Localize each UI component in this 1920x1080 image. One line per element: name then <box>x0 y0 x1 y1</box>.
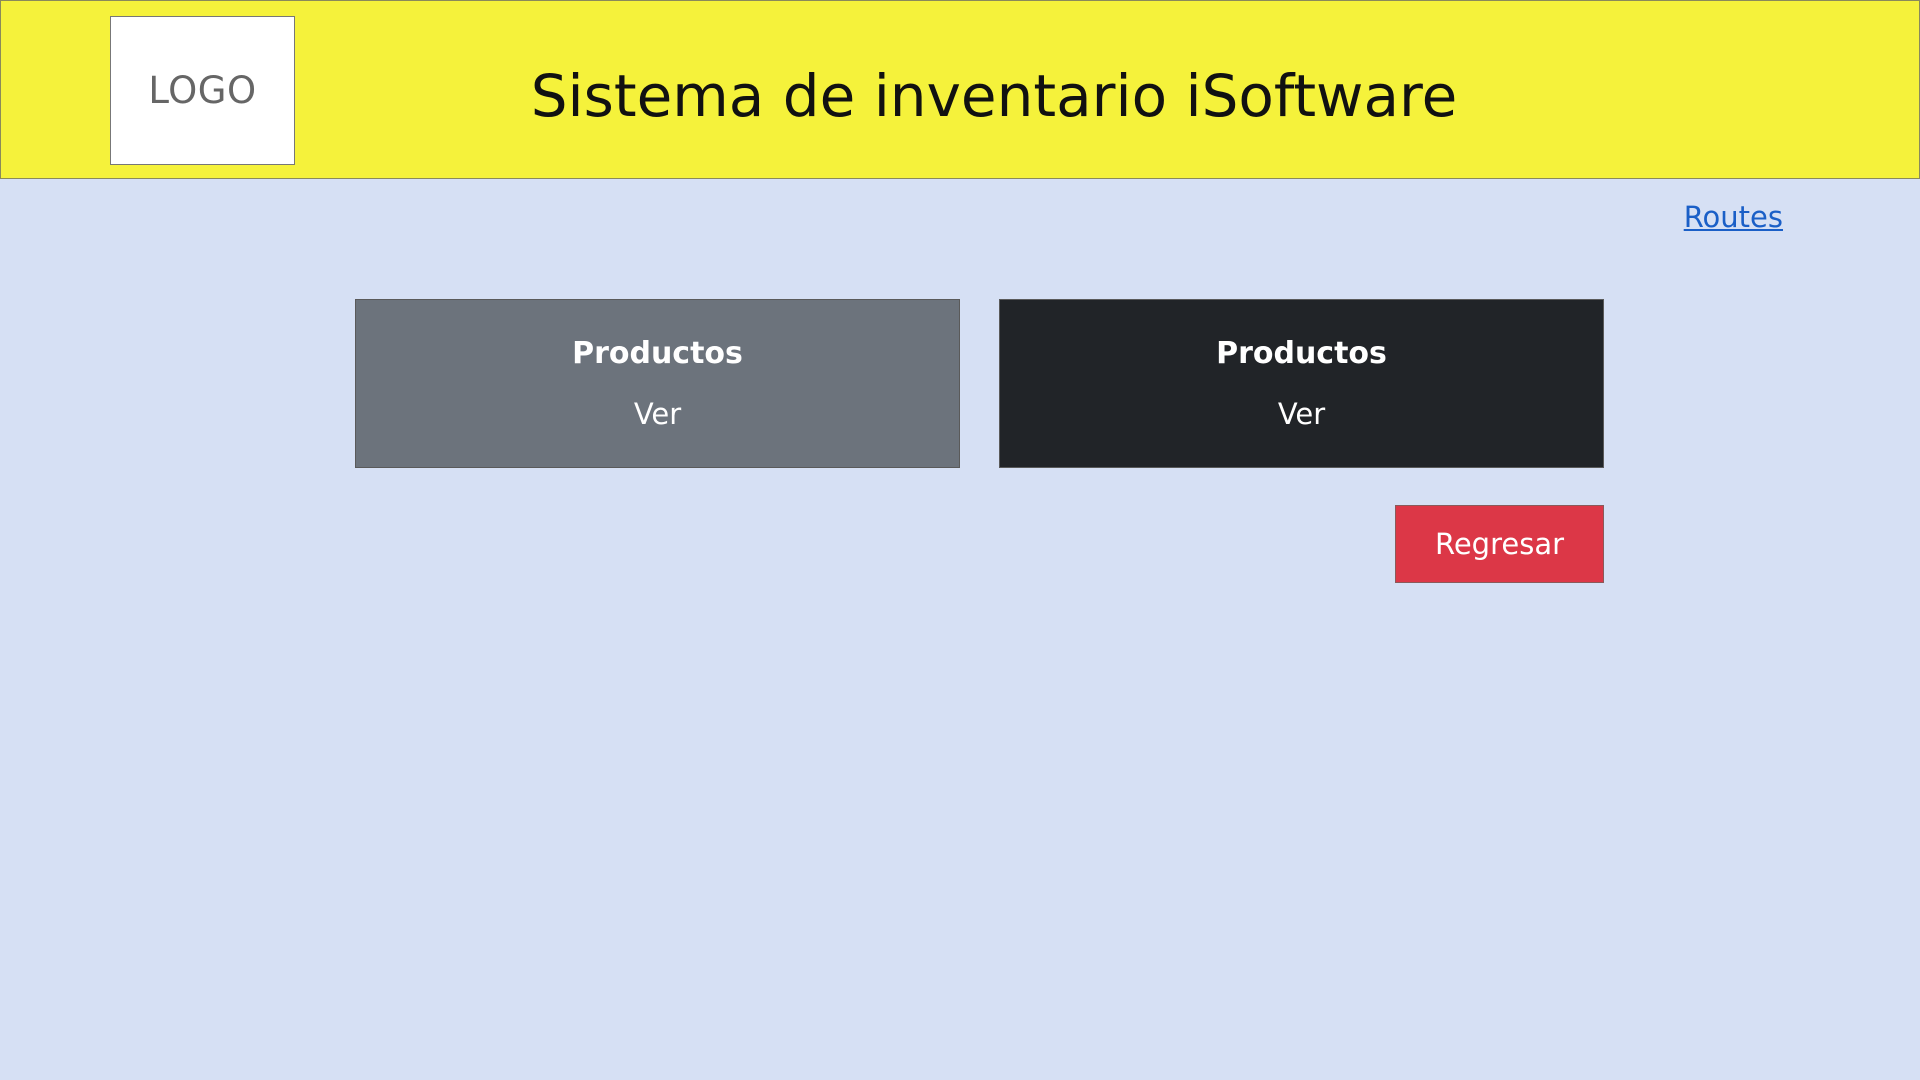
card-productos-2[interactable]: Productos Ver <box>999 299 1604 468</box>
logo-text: LOGO <box>148 69 257 112</box>
header-bar: LOGO Sistema de inventario iSoftware <box>0 0 1920 179</box>
logo[interactable]: LOGO <box>110 16 295 165</box>
page-title-text: Sistema de inventario iSoftware <box>530 61 1458 130</box>
card-view-link[interactable]: Ver <box>634 397 681 431</box>
card-view-link[interactable]: Ver <box>1278 397 1325 431</box>
routes-link[interactable]: Routes <box>1684 200 1783 234</box>
card-title: Productos <box>1216 336 1387 371</box>
back-button[interactable]: Regresar <box>1395 505 1604 583</box>
page-title: Sistema de inventario iSoftware <box>301 1 1687 190</box>
card-title: Productos <box>572 336 743 371</box>
card-productos-1[interactable]: Productos Ver <box>355 299 960 468</box>
